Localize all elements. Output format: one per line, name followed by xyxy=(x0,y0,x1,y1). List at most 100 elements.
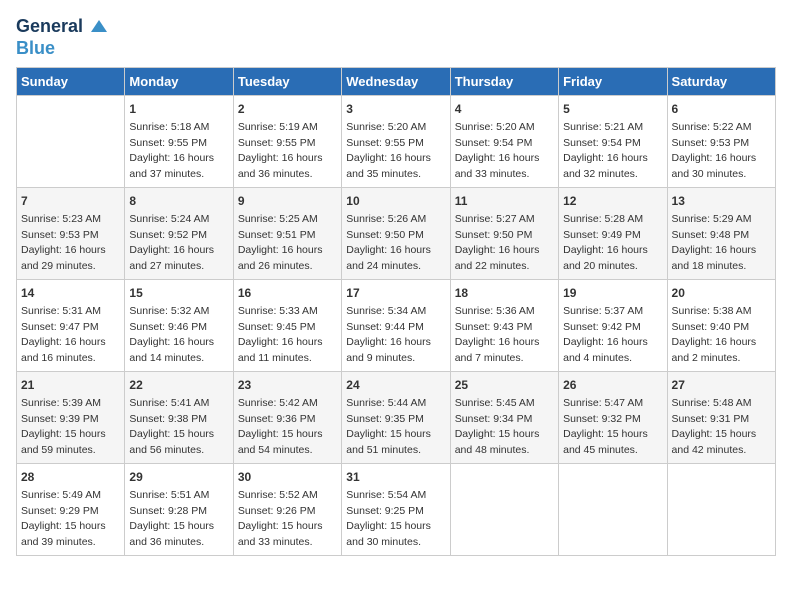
day-number: 20 xyxy=(672,284,771,302)
calendar-cell: 21 Sunrise: 5:39 AMSunset: 9:39 PMDayligh… xyxy=(17,371,125,463)
cell-content: Sunrise: 5:34 AMSunset: 9:44 PMDaylight:… xyxy=(346,304,445,367)
calendar-cell: 28 Sunrise: 5:49 AMSunset: 9:29 PMDayligh… xyxy=(17,463,125,555)
day-number: 13 xyxy=(672,192,771,210)
day-number: 11 xyxy=(455,192,554,210)
day-number: 30 xyxy=(238,468,337,486)
cell-content: Sunrise: 5:45 AMSunset: 9:34 PMDaylight:… xyxy=(455,396,554,459)
day-number: 18 xyxy=(455,284,554,302)
cell-content: Sunrise: 5:44 AMSunset: 9:35 PMDaylight:… xyxy=(346,396,445,459)
cell-content: Sunrise: 5:48 AMSunset: 9:31 PMDaylight:… xyxy=(672,396,771,459)
cell-content: Sunrise: 5:41 AMSunset: 9:38 PMDaylight:… xyxy=(129,396,228,459)
cell-content: Sunrise: 5:29 AMSunset: 9:48 PMDaylight:… xyxy=(672,212,771,275)
calendar-cell: 18Sunrise: 5:36 AMSunset: 9:43 PMDayligh… xyxy=(450,279,558,371)
cell-content: Sunrise: 5:49 AMSunset: 9:29 PMDaylight:… xyxy=(21,488,120,551)
calendar-cell xyxy=(559,463,667,555)
calendar-cell: 11 Sunrise: 5:27 AMSunset: 9:50 PMDayligh… xyxy=(450,187,558,279)
week-row-4: 21 Sunrise: 5:39 AMSunset: 9:39 PMDayligh… xyxy=(17,371,776,463)
calendar-cell: 20 Sunrise: 5:38 AMSunset: 9:40 PMDayligh… xyxy=(667,279,775,371)
day-number: 5 xyxy=(563,100,662,118)
cell-content: Sunrise: 5:18 AMSunset: 9:55 PMDaylight:… xyxy=(129,120,228,183)
day-number: 29 xyxy=(129,468,228,486)
calendar-cell: 1 Sunrise: 5:18 AMSunset: 9:55 PMDaylight… xyxy=(125,95,233,187)
cell-content: Sunrise: 5:32 AMSunset: 9:46 PMDaylight:… xyxy=(129,304,228,367)
logo-blue: Blue xyxy=(16,38,55,58)
calendar-cell: 23 Sunrise: 5:42 AMSunset: 9:36 PMDayligh… xyxy=(233,371,341,463)
day-number: 15 xyxy=(129,284,228,302)
day-header-sunday: Sunday xyxy=(17,67,125,95)
calendar-cell: 25 Sunrise: 5:45 AMSunset: 9:34 PMDayligh… xyxy=(450,371,558,463)
week-row-2: 7 Sunrise: 5:23 AMSunset: 9:53 PMDaylight… xyxy=(17,187,776,279)
cell-content: Sunrise: 5:38 AMSunset: 9:40 PMDaylight:… xyxy=(672,304,771,367)
day-header-friday: Friday xyxy=(559,67,667,95)
cell-content: Sunrise: 5:23 AMSunset: 9:53 PMDaylight:… xyxy=(21,212,120,275)
cell-content: Sunrise: 5:42 AMSunset: 9:36 PMDaylight:… xyxy=(238,396,337,459)
day-number: 14 xyxy=(21,284,120,302)
cell-content: Sunrise: 5:21 AMSunset: 9:54 PMDaylight:… xyxy=(563,120,662,183)
day-header-monday: Monday xyxy=(125,67,233,95)
calendar-cell: 9Sunrise: 5:25 AMSunset: 9:51 PMDaylight… xyxy=(233,187,341,279)
day-header-tuesday: Tuesday xyxy=(233,67,341,95)
day-number: 7 xyxy=(21,192,120,210)
calendar-cell: 3Sunrise: 5:20 AMSunset: 9:55 PMDaylight… xyxy=(342,95,450,187)
cell-content: Sunrise: 5:20 AMSunset: 9:55 PMDaylight:… xyxy=(346,120,445,183)
calendar-cell: 27 Sunrise: 5:48 AMSunset: 9:31 PMDayligh… xyxy=(667,371,775,463)
calendar-cell: 14 Sunrise: 5:31 AMSunset: 9:47 PMDayligh… xyxy=(17,279,125,371)
cell-content: Sunrise: 5:31 AMSunset: 9:47 PMDaylight:… xyxy=(21,304,120,367)
calendar-cell: 2 Sunrise: 5:19 AMSunset: 9:55 PMDaylight… xyxy=(233,95,341,187)
calendar-cell: 31 Sunrise: 5:54 AMSunset: 9:25 PMDayligh… xyxy=(342,463,450,555)
calendar-cell: 15 Sunrise: 5:32 AMSunset: 9:46 PMDayligh… xyxy=(125,279,233,371)
calendar-cell: 8 Sunrise: 5:24 AMSunset: 9:52 PMDaylight… xyxy=(125,187,233,279)
day-number: 1 xyxy=(129,100,228,118)
day-number: 28 xyxy=(21,468,120,486)
header-row: SundayMondayTuesdayWednesdayThursdayFrid… xyxy=(17,67,776,95)
cell-content: Sunrise: 5:39 AMSunset: 9:39 PMDaylight:… xyxy=(21,396,120,459)
cell-content: Sunrise: 5:37 AMSunset: 9:42 PMDaylight:… xyxy=(563,304,662,367)
cell-content: Sunrise: 5:27 AMSunset: 9:50 PMDaylight:… xyxy=(455,212,554,275)
calendar-cell: 6 Sunrise: 5:22 AMSunset: 9:53 PMDaylight… xyxy=(667,95,775,187)
day-number: 19 xyxy=(563,284,662,302)
calendar-cell: 22 Sunrise: 5:41 AMSunset: 9:38 PMDayligh… xyxy=(125,371,233,463)
week-row-3: 14 Sunrise: 5:31 AMSunset: 9:47 PMDayligh… xyxy=(17,279,776,371)
calendar-cell: 7 Sunrise: 5:23 AMSunset: 9:53 PMDaylight… xyxy=(17,187,125,279)
day-number: 31 xyxy=(346,468,445,486)
day-header-wednesday: Wednesday xyxy=(342,67,450,95)
day-header-thursday: Thursday xyxy=(450,67,558,95)
calendar-cell: 16Sunrise: 5:33 AMSunset: 9:45 PMDayligh… xyxy=(233,279,341,371)
week-row-5: 28 Sunrise: 5:49 AMSunset: 9:29 PMDayligh… xyxy=(17,463,776,555)
calendar-cell: 12Sunrise: 5:28 AMSunset: 9:49 PMDayligh… xyxy=(559,187,667,279)
day-number: 2 xyxy=(238,100,337,118)
day-number: 21 xyxy=(21,376,120,394)
day-number: 12 xyxy=(563,192,662,210)
day-number: 24 xyxy=(346,376,445,394)
day-number: 23 xyxy=(238,376,337,394)
week-row-1: 1 Sunrise: 5:18 AMSunset: 9:55 PMDaylight… xyxy=(17,95,776,187)
day-number: 17 xyxy=(346,284,445,302)
calendar-cell xyxy=(450,463,558,555)
logo-icon xyxy=(89,18,109,38)
logo: General Blue xyxy=(16,16,109,59)
cell-content: Sunrise: 5:24 AMSunset: 9:52 PMDaylight:… xyxy=(129,212,228,275)
day-number: 25 xyxy=(455,376,554,394)
logo-general: General xyxy=(16,16,83,36)
day-number: 6 xyxy=(672,100,771,118)
day-number: 8 xyxy=(129,192,228,210)
day-number: 27 xyxy=(672,376,771,394)
calendar-table: SundayMondayTuesdayWednesdayThursdayFrid… xyxy=(16,67,776,556)
header: General Blue xyxy=(16,16,776,59)
cell-content: Sunrise: 5:26 AMSunset: 9:50 PMDaylight:… xyxy=(346,212,445,275)
calendar-cell xyxy=(667,463,775,555)
cell-content: Sunrise: 5:19 AMSunset: 9:55 PMDaylight:… xyxy=(238,120,337,183)
cell-content: Sunrise: 5:22 AMSunset: 9:53 PMDaylight:… xyxy=(672,120,771,183)
calendar-cell: 17 Sunrise: 5:34 AMSunset: 9:44 PMDayligh… xyxy=(342,279,450,371)
calendar-cell: 24 Sunrise: 5:44 AMSunset: 9:35 PMDayligh… xyxy=(342,371,450,463)
day-number: 22 xyxy=(129,376,228,394)
calendar-cell: 4Sunrise: 5:20 AMSunset: 9:54 PMDaylight… xyxy=(450,95,558,187)
calendar-cell: 13 Sunrise: 5:29 AMSunset: 9:48 PMDayligh… xyxy=(667,187,775,279)
cell-content: Sunrise: 5:54 AMSunset: 9:25 PMDaylight:… xyxy=(346,488,445,551)
calendar-cell: 19 Sunrise: 5:37 AMSunset: 9:42 PMDayligh… xyxy=(559,279,667,371)
calendar-cell: 30Sunrise: 5:52 AMSunset: 9:26 PMDayligh… xyxy=(233,463,341,555)
calendar-cell: 26Sunrise: 5:47 AMSunset: 9:32 PMDayligh… xyxy=(559,371,667,463)
calendar-cell xyxy=(17,95,125,187)
day-number: 26 xyxy=(563,376,662,394)
cell-content: Sunrise: 5:20 AMSunset: 9:54 PMDaylight:… xyxy=(455,120,554,183)
